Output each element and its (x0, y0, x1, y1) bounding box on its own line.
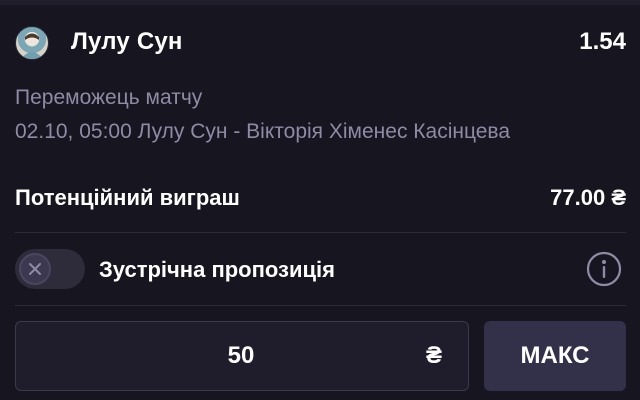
potential-payout-label: Потенційний виграш (15, 185, 240, 210)
event-info: 02.10, 05:00 Лулу Сун - Вікторія Хіменес… (15, 120, 511, 143)
counter-offer-toggle[interactable] (15, 249, 85, 289)
selection-header: Лулу Сун 1.54 (0, 22, 640, 62)
stake-currency: ₴ (425, 342, 442, 369)
player-name: Лулу Сун (71, 28, 183, 55)
stake-value[interactable]: 50 (16, 342, 466, 370)
player-avatar (15, 26, 49, 60)
player-avatar-image (21, 33, 43, 59)
toggle-knob (19, 253, 51, 285)
max-stake-button[interactable]: МАКС (484, 321, 626, 391)
info-icon[interactable] (586, 251, 622, 287)
counter-offer-label: Зустрічна пропозиція (99, 257, 335, 282)
divider (15, 232, 626, 233)
stake-input[interactable]: 50 ₴ (15, 321, 469, 391)
market-name: Переможець матчу (15, 86, 203, 109)
divider (15, 305, 626, 306)
potential-payout-value: 77.00 ₴ (550, 185, 626, 210)
odds-value: 1.54 (579, 28, 626, 55)
top-edge (0, 0, 640, 5)
close-icon (29, 263, 41, 275)
